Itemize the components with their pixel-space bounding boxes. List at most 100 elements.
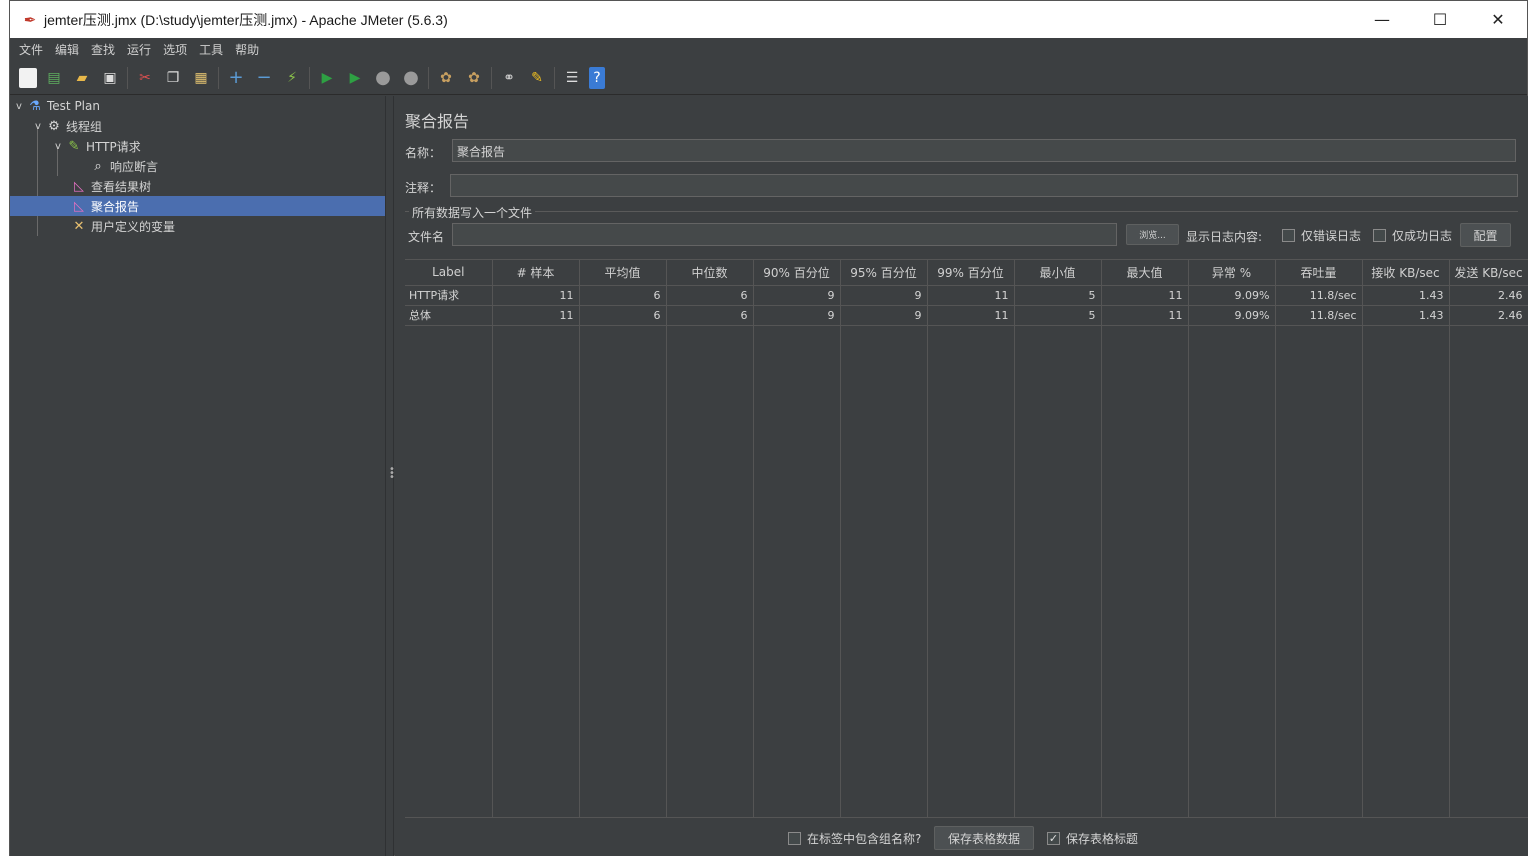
help-icon[interactable]: ? bbox=[589, 66, 605, 89]
menu-tools[interactable]: 工具 bbox=[193, 41, 229, 58]
column-header[interactable]: Label bbox=[405, 260, 493, 286]
write-to-file-group-title: 所有数据写入一个文件 bbox=[409, 204, 536, 221]
table-row[interactable]: HTTP请求 11 6 6 9 9 11 5 11 9.09% 11.8/sec… bbox=[405, 285, 1528, 306]
menu-edit[interactable]: 编辑 bbox=[49, 41, 85, 58]
tree-item-test-plan[interactable]: v ⚗ Test Plan bbox=[12, 96, 100, 116]
column-header[interactable]: 最小值 bbox=[1014, 260, 1102, 286]
expand-icon[interactable]: + bbox=[225, 67, 247, 89]
tools-icon: ✕ bbox=[73, 218, 85, 234]
tree-item-response-assertion[interactable]: ⌕ 响应断言 bbox=[89, 156, 158, 176]
minimize-button[interactable]: — bbox=[1353, 1, 1411, 38]
paste-icon[interactable]: ▦ bbox=[190, 67, 212, 89]
table-cell: 11 bbox=[927, 305, 1015, 326]
table-cell: 6 bbox=[579, 305, 667, 326]
maximize-button[interactable]: ☐ bbox=[1411, 1, 1469, 38]
save-icon[interactable]: ▣ bbox=[99, 67, 121, 89]
column-header[interactable]: 接收 KB/sec bbox=[1362, 260, 1450, 286]
table-cell: 2.46 bbox=[1449, 305, 1528, 326]
table-cell: 9 bbox=[753, 305, 841, 326]
table-cell: 11.8/sec bbox=[1275, 305, 1363, 326]
collapse-icon[interactable]: − bbox=[253, 67, 275, 89]
column-header[interactable]: 吞吐量 bbox=[1275, 260, 1363, 286]
save-table-data-button[interactable]: 保存表格数据 bbox=[934, 826, 1034, 850]
browse-button[interactable]: 浏览... bbox=[1126, 224, 1179, 245]
column-header[interactable]: # 样本 bbox=[492, 260, 580, 286]
start-no-pause-icon[interactable]: ▶ bbox=[344, 67, 366, 89]
reset-search-icon[interactable]: ✎ bbox=[526, 67, 548, 89]
start-icon[interactable]: ▶ bbox=[316, 67, 338, 89]
group-border bbox=[405, 211, 1518, 212]
clear-all-icon[interactable]: ✿ bbox=[463, 67, 485, 89]
copy-icon[interactable]: ❐ bbox=[162, 67, 184, 89]
table-cell: 9 bbox=[840, 285, 928, 306]
column-header[interactable]: 异常 % bbox=[1188, 260, 1276, 286]
comment-label: 注释： bbox=[405, 181, 442, 195]
tree-item-user-defined-variables[interactable]: ✕ 用户定义的变量 bbox=[70, 216, 175, 236]
table-cell: 5 bbox=[1014, 285, 1102, 306]
chevron-down-icon[interactable]: v bbox=[31, 121, 45, 132]
tree-item-http-request[interactable]: v ✎ HTTP请求 bbox=[51, 136, 141, 156]
chevron-down-icon[interactable]: v bbox=[12, 101, 26, 112]
menu-help[interactable]: 帮助 bbox=[229, 41, 265, 58]
table-cell: 11 bbox=[492, 305, 580, 326]
table-cell: 9 bbox=[840, 305, 928, 326]
column-header[interactable]: 90% 百分位 bbox=[753, 260, 841, 286]
table-cell: 5 bbox=[1014, 305, 1102, 326]
search-icon[interactable]: ⚭ bbox=[498, 67, 520, 89]
table-cell: 2.46 bbox=[1449, 285, 1528, 306]
stop-icon[interactable]: ● bbox=[372, 67, 394, 89]
shutdown-icon[interactable]: ● bbox=[400, 67, 422, 89]
tree-item-view-results-tree[interactable]: ◺ 查看结果树 bbox=[70, 176, 151, 196]
checkbox-box[interactable] bbox=[788, 832, 801, 845]
new-icon[interactable] bbox=[19, 67, 37, 88]
cut-icon[interactable]: ✂ bbox=[134, 67, 156, 89]
table-cell: 6 bbox=[579, 285, 667, 306]
clear-icon[interactable]: ✿ bbox=[435, 67, 457, 89]
menu-file[interactable]: 文件 bbox=[13, 41, 49, 58]
chevron-down-icon[interactable]: v bbox=[51, 141, 65, 152]
column-header[interactable]: 发送 KB/sec bbox=[1449, 260, 1528, 286]
table-cell: 9.09% bbox=[1188, 305, 1276, 326]
column-header[interactable]: 99% 百分位 bbox=[927, 260, 1015, 286]
success-only-checkbox[interactable]: 仅成功日志 bbox=[1373, 227, 1452, 244]
table-options-bar: 在标签中包含组名称? 保存表格数据 ✓ 保存表格标题 bbox=[405, 817, 1528, 856]
include-group-name-checkbox[interactable]: 在标签中包含组名称? bbox=[788, 830, 921, 847]
checkbox-box[interactable] bbox=[1282, 229, 1295, 242]
menu-options[interactable]: 选项 bbox=[157, 41, 193, 58]
column-header[interactable]: 95% 百分位 bbox=[840, 260, 928, 286]
function-helper-icon[interactable]: ☰ bbox=[561, 67, 583, 89]
name-label: 名称： bbox=[405, 146, 442, 160]
split-pane-divider[interactable]: • • • bbox=[385, 96, 395, 856]
table-cell: 1.43 bbox=[1362, 285, 1450, 306]
column-header[interactable]: 中位数 bbox=[666, 260, 754, 286]
menu-search[interactable]: 查找 bbox=[85, 41, 121, 58]
comment-input[interactable] bbox=[450, 174, 1518, 197]
close-button[interactable]: ✕ bbox=[1469, 1, 1527, 38]
name-input[interactable]: 聚合报告 bbox=[452, 139, 1516, 162]
column-header[interactable]: 最大值 bbox=[1101, 260, 1189, 286]
templates-icon[interactable]: ▤ bbox=[43, 67, 65, 89]
table-row[interactable]: 总体 11 6 6 9 9 11 5 11 9.09% 11.8/sec 1.4… bbox=[405, 305, 1528, 326]
graph-icon: ◺ bbox=[74, 198, 84, 214]
graph-icon: ◺ bbox=[74, 178, 84, 194]
table-cell: 11 bbox=[492, 285, 580, 306]
jmeter-window: ✒ jemter压测.jmx (D:\study\jemter压测.jmx) -… bbox=[9, 0, 1528, 856]
column-header[interactable]: 平均值 bbox=[579, 260, 667, 286]
save-table-header-checkbox[interactable]: ✓ 保存表格标题 bbox=[1047, 830, 1138, 847]
title-bar: ✒ jemter压测.jmx (D:\study\jemter压测.jmx) -… bbox=[10, 1, 1527, 38]
tree-item-aggregate-report[interactable]: ◺ 聚合报告 bbox=[10, 196, 385, 216]
configure-button[interactable]: 配置 bbox=[1460, 223, 1511, 247]
open-icon[interactable]: ▰ bbox=[71, 67, 93, 89]
tree-item-thread-group[interactable]: v ⚙ 线程组 bbox=[31, 116, 102, 136]
test-plan-tree: v ⚗ Test Plan v ⚙ 线程组 v ✎ HTTP请求 ⌕ 响应断言 … bbox=[10, 96, 385, 856]
check-icon[interactable]: ✓ bbox=[1047, 832, 1060, 845]
checkbox-box[interactable] bbox=[1373, 229, 1386, 242]
aggregate-table: Label # 样本 平均值 中位数 90% 百分位 95% 百分位 99% 百… bbox=[405, 259, 1528, 817]
jmeter-feather-icon: ✒ bbox=[23, 10, 37, 29]
table-header-row: Label # 样本 平均值 中位数 90% 百分位 95% 百分位 99% 百… bbox=[405, 260, 1528, 286]
errors-only-checkbox[interactable]: 仅错误日志 bbox=[1282, 227, 1361, 244]
table-cell: 9 bbox=[753, 285, 841, 306]
filename-input[interactable] bbox=[452, 223, 1117, 246]
toggle-icon[interactable]: ⚡ bbox=[281, 67, 303, 89]
menu-run[interactable]: 运行 bbox=[121, 41, 157, 58]
